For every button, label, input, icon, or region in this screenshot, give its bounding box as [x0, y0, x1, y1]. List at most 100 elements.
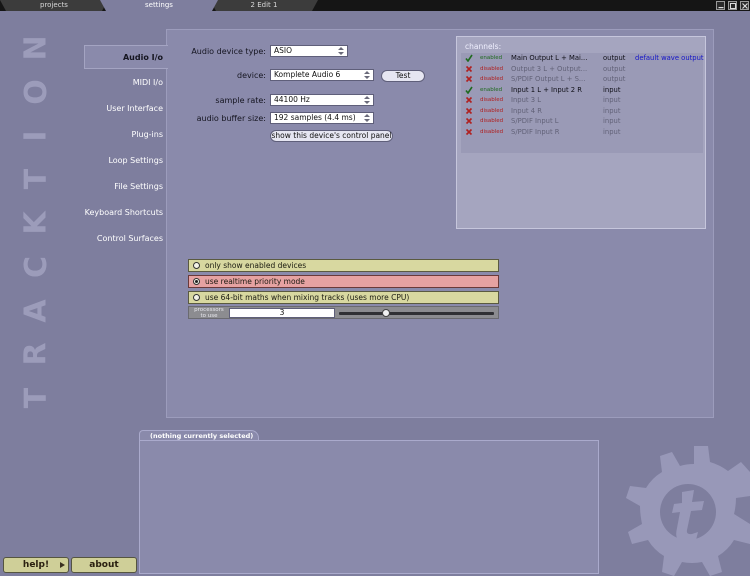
tab-projects[interactable]: projects: [0, 0, 108, 11]
device-type-combo[interactable]: ASIO: [270, 45, 348, 57]
processors-slider-track[interactable]: [339, 312, 494, 315]
channel-row[interactable]: disabled S/PDIF Input L input: [461, 116, 703, 127]
channel-name: S/PDIF Input R: [511, 127, 560, 136]
nav-item-midi-io[interactable]: MIDI I/o: [84, 71, 168, 95]
device-type-label: Audio device type:: [191, 47, 266, 56]
channel-status: disabled: [480, 65, 504, 72]
nav-item-user-interface[interactable]: User Interface: [84, 97, 168, 121]
channel-type: input: [603, 127, 621, 136]
updown-arrows-icon: [364, 114, 370, 122]
channel-type: input: [603, 96, 621, 104]
channel-row[interactable]: disabled Input 3 L input: [461, 95, 703, 106]
channel-status: enabled: [480, 55, 503, 61]
tab-settings[interactable]: settings: [100, 0, 218, 11]
processors-slider-thumb[interactable]: [381, 309, 390, 317]
device-label: device:: [237, 71, 266, 80]
tracktion-logo: NOITKCART: [14, 28, 60, 418]
maximize-button[interactable]: [728, 1, 737, 10]
sample-rate-label: sample rate:: [215, 96, 266, 105]
channels-title: channels:: [465, 42, 502, 51]
nav-item-plug-ins[interactable]: Plug-ins: [84, 123, 168, 147]
channel-type: input: [603, 106, 621, 115]
nav-item-loop-settings[interactable]: Loop Settings: [84, 149, 168, 173]
sample-rate-combo[interactable]: 44100 Hz: [270, 94, 374, 106]
processors-input[interactable]: 3: [229, 308, 335, 318]
help-label: help!: [22, 560, 50, 570]
nav-item-keyboard-shortcuts[interactable]: Keyboard Shortcuts: [84, 201, 168, 225]
sample-rate-value: 44100 Hz: [274, 95, 310, 104]
radio-icon: [193, 294, 200, 301]
cross-icon: [465, 117, 473, 125]
channel-list: enabled Main Output L + Mai... output de…: [461, 53, 704, 153]
cross-icon: [465, 107, 473, 114]
channel-row[interactable]: disabled S/PDIF Output L + S... output: [461, 74, 703, 85]
processors-label: processors to use: [194, 307, 224, 319]
channel-row[interactable]: enabled Main Output L + Mai... output de…: [461, 53, 704, 64]
channel-status: disabled: [480, 128, 504, 135]
channel-type: output: [603, 75, 626, 83]
maximize-icon: [730, 3, 736, 9]
logo-letter: N: [18, 35, 54, 61]
logo-letter: A: [19, 298, 54, 323]
show-control-panel-button[interactable]: show this device's control panel: [270, 130, 393, 142]
channel-row[interactable]: enabled Input 1 L + Input 2 R input: [461, 85, 703, 96]
minimize-icon: [718, 7, 724, 9]
cross-icon: [465, 96, 473, 104]
only-show-enabled-toggle[interactable]: only show enabled devices: [188, 259, 499, 272]
realtime-priority-label: use realtime priority mode: [205, 277, 305, 286]
nav-item-audio-io[interactable]: Audio I/o: [84, 45, 168, 69]
triangle-right-icon: [60, 562, 65, 568]
check-icon: [465, 54, 473, 62]
updown-arrows-icon: [338, 47, 344, 55]
nav-item-file-settings[interactable]: File Settings: [84, 175, 168, 199]
channel-name: Input 1 L + Input 2 R: [511, 85, 583, 94]
channel-name: S/PDIF Output L + S...: [511, 75, 586, 83]
test-button[interactable]: Test: [381, 70, 425, 82]
channel-type: output: [603, 64, 626, 73]
radio-icon: [193, 262, 200, 269]
only-show-enabled-label: only show enabled devices: [205, 261, 307, 270]
cross-icon: [465, 65, 473, 72]
logo-letter: I: [18, 129, 54, 142]
minimize-button[interactable]: [716, 1, 725, 10]
nav-item-control-surfaces[interactable]: Control Surfaces: [84, 227, 168, 251]
channel-name: Main Output L + Mai...: [511, 54, 588, 62]
64bit-maths-label: use 64-bit maths when mixing tracks (use…: [205, 293, 410, 302]
cross-icon: [465, 128, 473, 135]
channel-row[interactable]: disabled Output 3 L + Output... output: [461, 64, 703, 75]
device-type-value: ASIO: [274, 46, 293, 55]
cross-icon: [465, 75, 473, 83]
channel-type: input: [603, 117, 621, 125]
properties-panel: [139, 440, 599, 574]
channel-type: input: [603, 85, 621, 94]
close-icon: [742, 3, 748, 9]
updown-arrows-icon: [364, 96, 370, 104]
channel-name: Output 3 L + Output...: [511, 64, 588, 73]
channel-row[interactable]: disabled S/PDIF Input R input: [461, 127, 703, 138]
buffer-size-combo[interactable]: 192 samples (4.4 ms): [270, 112, 374, 124]
device-value: Komplete Audio 6: [274, 70, 341, 79]
channel-status: disabled: [480, 76, 504, 82]
logo-letter: C: [19, 255, 54, 278]
64bit-maths-toggle[interactable]: use 64-bit maths when mixing tracks (use…: [188, 291, 499, 304]
tab-edit[interactable]: 2 Edit 1: [210, 0, 318, 11]
updown-arrows-icon: [364, 71, 370, 79]
channel-row[interactable]: disabled Input 4 R input: [461, 106, 703, 117]
realtime-priority-toggle[interactable]: use realtime priority mode: [188, 275, 499, 288]
about-button[interactable]: about: [71, 557, 137, 573]
channels-panel: channels: enabled Main Output L + Mai...…: [456, 36, 706, 229]
device-combo[interactable]: Komplete Audio 6: [270, 69, 374, 81]
channel-name: Input 3 L: [511, 96, 542, 104]
channel-default-link[interactable]: default wave output: [635, 53, 704, 64]
buffer-size-label: audio buffer size:: [196, 114, 266, 123]
close-button[interactable]: [740, 1, 749, 10]
help-button[interactable]: help!: [3, 557, 69, 573]
buffer-size-value: 192 samples (4.4 ms): [274, 113, 356, 122]
channel-name: S/PDIF Input L: [511, 117, 559, 125]
top-tab-bar: projects 2 Edit 1 settings: [0, 0, 750, 11]
tracktion-gear-logo: [626, 446, 750, 576]
channel-status: disabled: [480, 118, 504, 124]
channel-status: disabled: [480, 97, 504, 103]
logo-letter: R: [18, 342, 54, 366]
check-icon: [465, 86, 473, 94]
